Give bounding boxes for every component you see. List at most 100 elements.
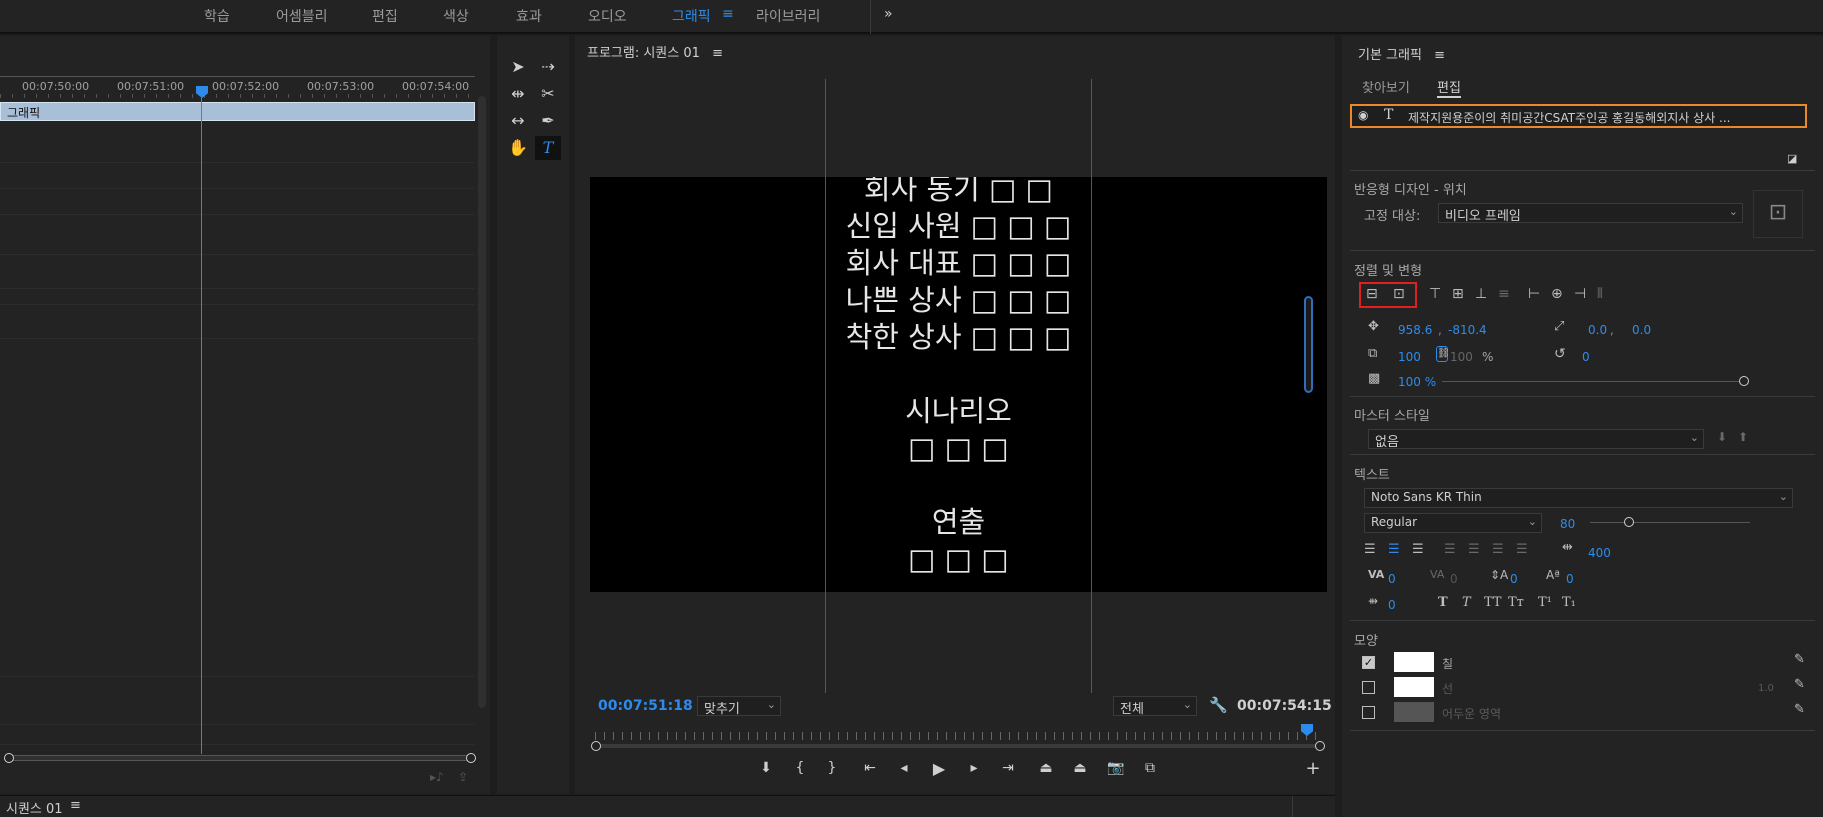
export-frame-icon[interactable]: 📷	[1105, 760, 1127, 776]
opacity-slider-handle[interactable]	[1739, 376, 1749, 386]
timeline-audio-icon[interactable]: ▸♪	[430, 770, 444, 784]
justify-all-icon[interactable]: ☰	[1516, 542, 1528, 557]
timeline-zoom-scrollbar[interactable]	[5, 755, 475, 761]
program-menu-icon[interactable]: ≡	[712, 46, 723, 61]
link-scale-icon[interactable]: ⛓	[1436, 346, 1450, 362]
mark-out-icon[interactable]: }	[821, 760, 843, 776]
workspace-tab-graphics[interactable]: 그래픽	[672, 6, 711, 26]
text-layer-row[interactable]: ◉ T 제작지원용준이의 취미공간CSAT주인공 홍길동해외지사 상사 ...	[1350, 104, 1807, 128]
workspace-tab-libraries[interactable]: 라이브러리	[756, 6, 820, 26]
hand-tool-icon[interactable]: ✋	[505, 136, 531, 160]
align-horizontal-center-icon[interactable]: ⊟	[1366, 286, 1378, 302]
tsume-value[interactable]: 0	[1388, 598, 1396, 612]
timeline-export-icon[interactable]: ⇪	[458, 770, 468, 784]
resolution-dropdown[interactable]: 전체 ⌄	[1113, 696, 1197, 717]
type-tool-icon[interactable]: T	[535, 136, 561, 160]
monitor-zoom-bar[interactable]	[595, 744, 1321, 748]
justify-last-center-icon[interactable]: ☰	[1468, 542, 1480, 557]
tab-edit[interactable]: 편집	[1437, 77, 1461, 98]
align-center-icon[interactable]: ⊕	[1551, 286, 1563, 302]
font-family-dropdown[interactable]: Noto Sans KR Thin ⌄	[1364, 488, 1793, 508]
align-text-right-icon[interactable]: ☰	[1412, 542, 1424, 557]
lift-icon[interactable]: ⏏	[1035, 760, 1057, 776]
distribute-horizontal-icon[interactable]: ⫴	[1597, 286, 1603, 302]
stroke-eyedropper-icon[interactable]: ✎	[1794, 677, 1805, 692]
font-size-slider-track[interactable]	[1590, 522, 1750, 523]
superscript-button[interactable]: T¹	[1538, 595, 1552, 610]
shadow-checkbox[interactable]	[1362, 706, 1375, 719]
step-forward-icon[interactable]: ▸	[963, 760, 985, 776]
opacity-value[interactable]: 100 %	[1398, 375, 1436, 389]
sequence-tab-menu-icon[interactable]: ≡	[70, 798, 81, 813]
align-left-icon[interactable]: ⊢	[1528, 286, 1540, 302]
timeline-zoom-handle-left[interactable]	[4, 753, 14, 763]
workspace-tab-effects[interactable]: 효과	[516, 6, 542, 26]
workspace-tab-color[interactable]: 색상	[443, 6, 469, 26]
font-size-value[interactable]: 80	[1560, 517, 1575, 531]
anchor-x-value[interactable]: 0.0	[1588, 323, 1607, 337]
anchor-y-value[interactable]: 0.0	[1632, 323, 1651, 337]
shadow-eyedropper-icon[interactable]: ✎	[1794, 702, 1805, 717]
workspace-tab-assembly[interactable]: 어셈블리	[276, 6, 328, 26]
workspace-tab-audio[interactable]: 오디오	[588, 6, 627, 26]
opacity-slider-track[interactable]	[1442, 381, 1745, 382]
stroke-checkbox[interactable]	[1362, 681, 1375, 694]
tracking-value[interactable]: 400	[1588, 546, 1611, 560]
add-marker-icon[interactable]: ⬇	[755, 760, 777, 776]
slip-tool-icon[interactable]: ↔	[505, 109, 531, 133]
fit-dropdown[interactable]: 맞추기 ⌄	[697, 696, 781, 717]
stroke-color-swatch[interactable]	[1394, 677, 1434, 697]
new-layer-icon[interactable]: ◪	[1787, 152, 1797, 165]
align-text-center-icon[interactable]: ☰	[1388, 542, 1400, 557]
shadow-color-swatch[interactable]	[1394, 702, 1434, 722]
position-x-value[interactable]: 958.6	[1398, 323, 1432, 337]
workspace-menu-icon[interactable]: ≡	[722, 6, 734, 22]
timeline-vertical-scrollbar[interactable]	[478, 96, 486, 708]
subscript-button[interactable]: T₁	[1562, 595, 1576, 610]
pin-to-dropdown[interactable]: 비디오 프레임 ⌄	[1438, 203, 1743, 224]
graphic-clip[interactable]: 그래픽	[0, 102, 475, 121]
step-back-icon[interactable]: ◂	[893, 760, 915, 776]
faux-italic-button[interactable]: T	[1462, 595, 1471, 610]
ripple-edit-tool-icon[interactable]: ⇹	[505, 82, 531, 106]
workspace-overflow-icon[interactable]: »	[884, 6, 893, 22]
current-timecode[interactable]: 00:07:51:18	[598, 698, 693, 714]
justify-last-left-icon[interactable]: ☰	[1444, 542, 1456, 557]
monitor-zoom-handle-left[interactable]	[591, 741, 601, 751]
align-right-icon[interactable]: ⊣	[1574, 286, 1586, 302]
button-editor-add-icon[interactable]: +	[1302, 758, 1324, 779]
sync-from-master-icon[interactable]: ⬆	[1738, 430, 1748, 444]
eye-icon[interactable]: ◉	[1358, 108, 1368, 122]
comparison-view-icon[interactable]: ⧉	[1139, 760, 1161, 776]
timeline-zoom-handle-right[interactable]	[466, 753, 476, 763]
small-caps-button[interactable]: Tт	[1508, 595, 1524, 610]
monitor-scrollbar[interactable]	[1304, 296, 1313, 393]
justify-last-right-icon[interactable]: ☰	[1492, 542, 1504, 557]
go-to-in-icon[interactable]: ⇤	[859, 760, 881, 776]
baseline-shift-value[interactable]: 0	[1566, 572, 1574, 586]
egp-menu-icon[interactable]: ≡	[1434, 48, 1445, 63]
fill-checkbox[interactable]: ✓	[1362, 656, 1375, 669]
push-to-master-icon[interactable]: ⬇	[1717, 430, 1727, 444]
scale-value[interactable]: 100	[1398, 350, 1421, 364]
fill-eyedropper-icon[interactable]: ✎	[1794, 652, 1805, 667]
fill-color-swatch[interactable]	[1394, 652, 1434, 672]
sequence-tab-label[interactable]: 시퀀스 01	[6, 798, 63, 817]
selection-tool-icon[interactable]: ➤	[505, 55, 531, 79]
faux-bold-button[interactable]: T	[1438, 595, 1448, 610]
align-top-icon[interactable]: ⊤	[1429, 286, 1441, 302]
rotation-value[interactable]: 0	[1582, 350, 1590, 364]
razor-tool-icon[interactable]: ✂	[535, 82, 561, 106]
align-middle-icon[interactable]: ⊞	[1452, 286, 1464, 302]
font-style-dropdown[interactable]: Regular ⌄	[1364, 513, 1542, 533]
go-to-out-icon[interactable]: ⇥	[997, 760, 1019, 776]
mark-in-icon[interactable]: {	[789, 760, 811, 776]
tab-browse[interactable]: 찾아보기	[1362, 77, 1410, 96]
all-caps-button[interactable]: TT	[1484, 595, 1502, 610]
track-select-tool-icon[interactable]: ⇢	[535, 55, 561, 79]
play-icon[interactable]: ▶	[928, 759, 950, 778]
kerning-value[interactable]: 0	[1388, 572, 1396, 586]
position-y-value[interactable]: -810.4	[1448, 323, 1487, 337]
align-bottom-icon[interactable]: ⊥	[1475, 286, 1487, 302]
extract-icon[interactable]: ⏏	[1069, 760, 1091, 776]
